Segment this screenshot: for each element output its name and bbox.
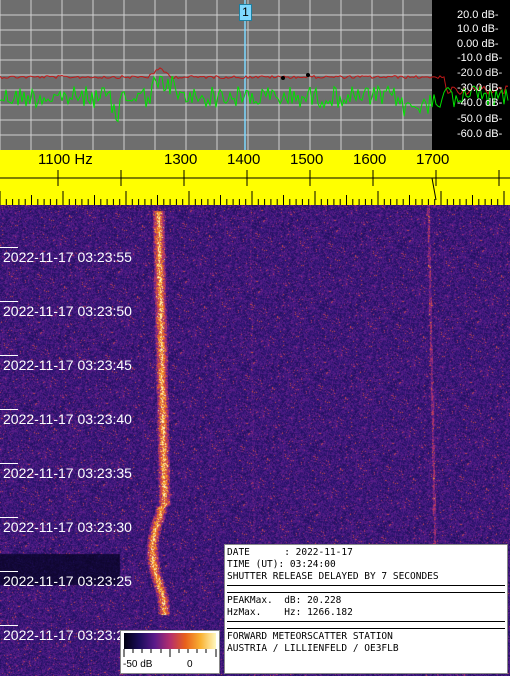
info-separator bbox=[227, 621, 505, 629]
db-label: -10.0 dB- bbox=[457, 52, 503, 64]
spectrum-panel[interactable]: 1 20.0 dB- 10.0 dB- 0.00 dB- -10.0 dB- -… bbox=[0, 0, 510, 150]
info-shutter: SHUTTER RELEASE DELAYED BY 7 SECONDES bbox=[227, 571, 439, 582]
timestamp-tick bbox=[0, 517, 18, 518]
db-label: 0.00 dB- bbox=[457, 38, 499, 50]
info-location: AUSTRIA / LILLIENFELD / OE3FLB bbox=[227, 643, 399, 654]
color-scale-legend: -50 dB 0 bbox=[120, 630, 220, 674]
timestamp-label: 2022-11-17 03:23:45 bbox=[3, 357, 132, 373]
marker-number-badge[interactable]: 1 bbox=[239, 4, 252, 21]
freq-label-1500: 1500 bbox=[290, 151, 324, 168]
peak-hold-trace bbox=[0, 67, 509, 96]
freq-label-1700: 1700 bbox=[416, 151, 450, 168]
timestamp-tick bbox=[0, 409, 18, 410]
timestamp-tick bbox=[0, 247, 18, 248]
db-label: -50.0 dB- bbox=[457, 113, 503, 125]
timestamp-label: 2022-11-17 03:23:35 bbox=[3, 465, 132, 481]
freq-label-1600: 1600 bbox=[353, 151, 387, 168]
timestamp-tick bbox=[0, 301, 18, 302]
freq-label-1400: 1400 bbox=[227, 151, 261, 168]
db-label: -20.0 dB- bbox=[457, 67, 503, 79]
color-scale-max-label: 0 bbox=[187, 659, 193, 670]
timestamp-label: 2022-11-17 03:23:30 bbox=[3, 519, 132, 535]
db-label: 20.0 dB- bbox=[457, 9, 499, 21]
color-scale-ticks bbox=[123, 649, 217, 657]
db-label: 10.0 dB- bbox=[457, 23, 499, 35]
peak-dot-marker bbox=[281, 76, 285, 80]
freq-label-1300: 1300 bbox=[164, 151, 198, 168]
db-label: -30.0 dB- bbox=[457, 82, 503, 94]
db-label: -40.0 dB- bbox=[457, 97, 503, 109]
peak-dot-marker bbox=[306, 73, 310, 77]
spectrum-trace bbox=[0, 75, 509, 123]
info-separator bbox=[227, 585, 505, 593]
info-date: DATE : 2022-11-17 bbox=[227, 547, 353, 558]
db-label: -60.0 dB- bbox=[457, 128, 503, 140]
timestamp-tick bbox=[0, 463, 18, 464]
freq-label-1100: 1100 Hz bbox=[38, 151, 93, 168]
timestamp-label: 2022-11-17 03:23:25 bbox=[3, 573, 132, 589]
timestamp-tick bbox=[0, 355, 18, 356]
filter-edge-line bbox=[0, 177, 437, 201]
timestamp-tick bbox=[0, 571, 18, 572]
info-peak-db: PEAKMax. dB: 20.228 bbox=[227, 595, 342, 606]
info-station: FORWARD METEORSCATTER STATION bbox=[227, 631, 393, 642]
info-time: TIME (UT): 03:24:00 bbox=[227, 559, 336, 570]
color-scale-min-label: -50 dB bbox=[123, 659, 153, 670]
station-info-box: DATE : 2022-11-17 TIME (UT): 03:24:00 SH… bbox=[224, 544, 508, 674]
timestamp-label: 2022-11-17 03:23:50 bbox=[3, 303, 132, 319]
spectrum-plot bbox=[0, 0, 510, 150]
timestamp-label: 2022-11-17 03:23:55 bbox=[3, 249, 132, 265]
color-scale-gradient bbox=[124, 633, 216, 649]
info-peak-hz: HzMax. Hz: 1266.182 bbox=[227, 607, 353, 618]
timestamp-label: 2022-11-17 03:23:20 bbox=[3, 627, 132, 643]
timestamp-tick bbox=[0, 625, 18, 626]
timestamp-label: 2022-11-17 03:23:40 bbox=[3, 411, 132, 427]
